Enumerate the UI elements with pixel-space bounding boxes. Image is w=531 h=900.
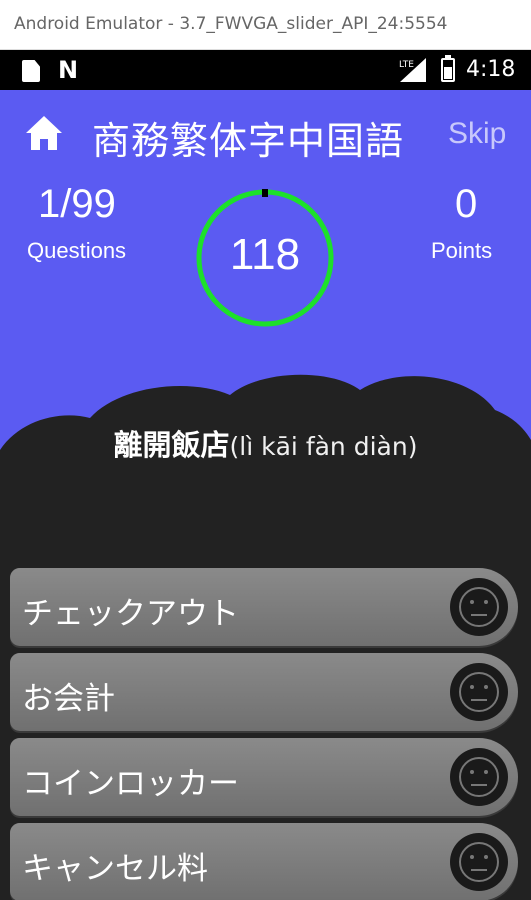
points-label: Points	[431, 238, 493, 263]
quiz-screen: 商務繁体字中国語 Skip 1/99 Questions 118 0 Point…	[0, 90, 531, 900]
nfc-icon: N	[58, 56, 79, 84]
answer-option-2[interactable]: お会計	[10, 653, 518, 731]
answer-label: キャンセル料	[22, 851, 208, 887]
question-reading: (lì kāi fàn diàn)	[229, 432, 418, 461]
status-bar: N LTE 4:18	[0, 50, 531, 90]
points-count: 0	[455, 182, 478, 226]
emulator-title-bar: Android Emulator - 3.7_FWVGA_slider_API_…	[0, 0, 531, 50]
skip-button[interactable]: Skip	[448, 117, 506, 151]
question-word: 離開飯店(lì kāi fàn diàn)	[0, 422, 531, 464]
answer-label: コインロッカー	[22, 766, 239, 802]
answer-option-3[interactable]: コインロッカー	[10, 738, 518, 816]
page-title: 商務繁体字中国語	[92, 119, 405, 163]
neutral-face-icon	[450, 663, 508, 721]
answer-label: お会計	[22, 681, 115, 717]
answer-option-4[interactable]: キャンセル料	[10, 823, 518, 900]
lte-signal-icon: LTE	[399, 58, 426, 82]
questions-label: Questions	[27, 238, 127, 263]
battery-icon	[441, 55, 455, 82]
answer-option-1[interactable]: チェックアウト	[10, 568, 518, 646]
neutral-face-icon	[450, 833, 508, 891]
timer-value: 118	[229, 230, 301, 279]
sim-card-icon	[22, 60, 40, 82]
questions-count: 1/99	[38, 182, 116, 226]
emulator-title: Android Emulator - 3.7_FWVGA_slider_API_…	[14, 14, 448, 34]
network-type-label: LTE	[399, 60, 414, 70]
neutral-face-icon	[450, 578, 508, 636]
home-icon[interactable]	[24, 113, 64, 153]
question-kanji: 離開飯店	[113, 428, 230, 462]
clock: 4:18	[466, 57, 516, 82]
answer-label: チェックアウト	[22, 596, 239, 632]
neutral-face-icon	[450, 748, 508, 806]
